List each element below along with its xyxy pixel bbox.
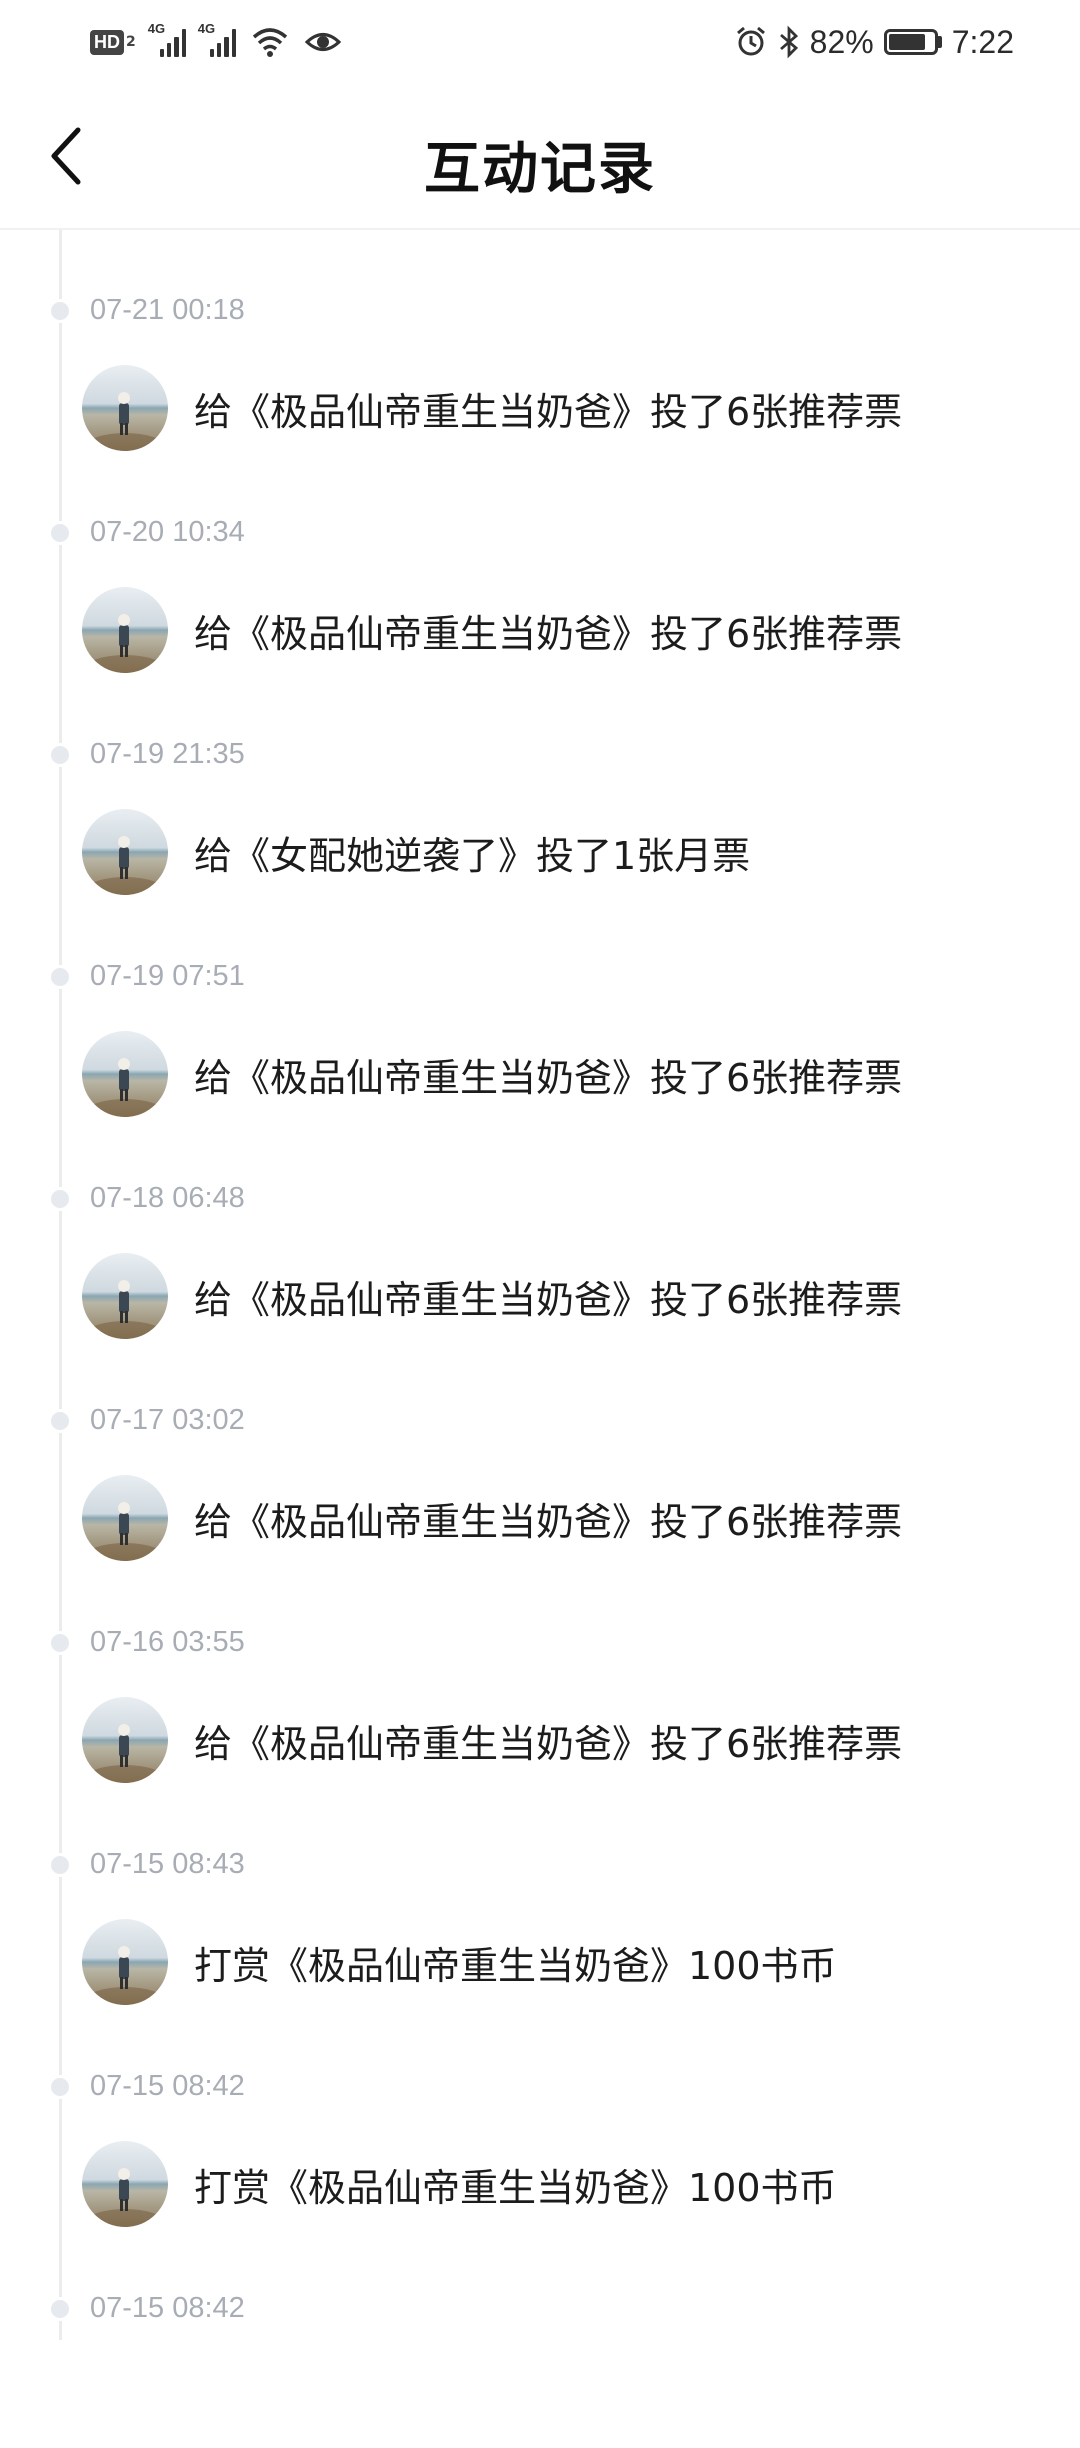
timeline-entry[interactable]: 07-19 21:35 给《女配她逆袭了》投了1张月票 bbox=[0, 674, 1080, 896]
entry-content: 给《极品仙帝重生当奶爸》投了6张推荐票 bbox=[82, 1474, 902, 1562]
timeline-dot bbox=[48, 1187, 72, 1211]
timeline-dot bbox=[48, 965, 72, 989]
avatar[interactable] bbox=[82, 1919, 168, 2005]
page-title: 互动记录 bbox=[424, 136, 656, 202]
timeline-dot bbox=[48, 1853, 72, 1877]
entry-content: 给《极品仙帝重生当奶爸》投了6张推荐票 bbox=[82, 1696, 902, 1784]
timeline-entry[interactable]: 07-17 03:02 给《极品仙帝重生当奶爸》投了6张推荐票 bbox=[0, 1340, 1080, 1562]
bluetooth-icon bbox=[779, 25, 798, 59]
timeline-dot bbox=[48, 2075, 72, 2099]
timeline-dot bbox=[48, 1409, 72, 1433]
timeline-dot bbox=[48, 299, 72, 323]
entry-content: 打赏《极品仙帝重生当奶爸》100书币 bbox=[82, 2140, 837, 2228]
entry-message: 给《极品仙帝重生当奶爸》投了6张推荐票 bbox=[194, 1277, 903, 1322]
wifi-icon bbox=[252, 28, 287, 57]
entry-timestamp: 07-18 06:48 bbox=[90, 1182, 245, 1214]
entry-timestamp: 07-15 08:42 bbox=[90, 2292, 245, 2324]
timeline-entry[interactable]: 07-16 03:55 给《极品仙帝重生当奶爸》投了6张推荐票 bbox=[0, 1562, 1080, 1784]
entry-timestamp: 07-16 03:55 bbox=[90, 1626, 245, 1658]
timeline-entry[interactable]: 07-20 10:34 给《极品仙帝重生当奶爸》投了6张推荐票 bbox=[0, 452, 1080, 674]
entry-content: 给《极品仙帝重生当奶爸》投了6张推荐票 bbox=[82, 1252, 902, 1340]
entry-timestamp: 07-15 08:42 bbox=[90, 2070, 245, 2102]
entry-timestamp: 07-19 21:35 bbox=[90, 738, 245, 770]
avatar[interactable] bbox=[82, 1475, 168, 1561]
timeline-dot bbox=[48, 2297, 72, 2321]
avatar[interactable] bbox=[82, 1697, 168, 1783]
hd-voice-icon: HD 2 bbox=[90, 29, 136, 55]
signal-2-icon: 4G bbox=[198, 21, 236, 57]
entry-content: 给《女配她逆袭了》投了1张月票 bbox=[82, 808, 750, 896]
entry-message: 给《极品仙帝重生当奶爸》投了6张推荐票 bbox=[194, 389, 903, 434]
eye-icon bbox=[304, 33, 341, 51]
entry-message: 打赏《极品仙帝重生当奶爸》100书币 bbox=[194, 2165, 837, 2210]
timeline-entry[interactable]: 07-19 07:51 给《极品仙帝重生当奶爸》投了6张推荐票 bbox=[0, 896, 1080, 1118]
clock: 7:22 bbox=[951, 23, 1014, 60]
entry-timestamp: 07-17 03:02 bbox=[90, 1404, 245, 1436]
interaction-timeline[interactable]: 07-21 00:18 给《极品仙帝重生当奶爸》投了6张推荐票 07-20 10:… bbox=[0, 230, 1080, 2340]
timeline-dot bbox=[48, 1631, 72, 1655]
avatar[interactable] bbox=[82, 1031, 168, 1117]
entry-message: 给《极品仙帝重生当奶爸》投了6张推荐票 bbox=[194, 611, 903, 656]
hd-badge-sub: 2 bbox=[126, 34, 136, 50]
avatar[interactable] bbox=[82, 365, 168, 451]
entry-message: 给《女配她逆袭了》投了1张月票 bbox=[194, 833, 751, 878]
entry-timestamp: 07-15 08:43 bbox=[90, 1848, 245, 1880]
nav-header: 互动记录 bbox=[0, 84, 1080, 230]
entry-message: 给《极品仙帝重生当奶爸》投了6张推荐票 bbox=[194, 1499, 903, 1544]
timeline-entry[interactable]: 07-21 00:18 给《极品仙帝重生当奶爸》投了6张推荐票 bbox=[0, 230, 1080, 452]
avatar[interactable] bbox=[82, 809, 168, 895]
entry-message: 给《极品仙帝重生当奶爸》投了6张推荐票 bbox=[194, 1055, 903, 1100]
battery-icon bbox=[883, 29, 942, 55]
entry-content: 给《极品仙帝重生当奶爸》投了6张推荐票 bbox=[82, 364, 902, 452]
timeline-entry[interactable]: 07-15 08:42 打赏《极品仙帝重生当奶爸》100书币 bbox=[0, 2006, 1080, 2228]
timeline-entry[interactable]: 07-15 08:43 打赏《极品仙帝重生当奶爸》100书币 bbox=[0, 1784, 1080, 2006]
status-bar: HD 2 4G 4G 82% 7:22 bbox=[0, 0, 1080, 84]
entry-message: 给《极品仙帝重生当奶爸》投了6张推荐票 bbox=[194, 1721, 903, 1766]
entry-content: 打赏《极品仙帝重生当奶爸》100书币 bbox=[82, 1918, 837, 2006]
battery-percent: 82% bbox=[809, 23, 874, 60]
timeline-dot bbox=[48, 521, 72, 545]
avatar[interactable] bbox=[82, 1253, 168, 1339]
hd-badge-label: HD bbox=[90, 29, 124, 55]
entry-timestamp: 07-20 10:34 bbox=[90, 516, 245, 548]
entry-timestamp: 07-19 07:51 bbox=[90, 960, 245, 992]
status-bar-left: HD 2 4G 4G bbox=[90, 21, 342, 62]
signal-1-icon: 4G bbox=[148, 21, 186, 57]
entry-timestamp: 07-21 00:18 bbox=[90, 294, 245, 326]
signal-2-tag: 4G bbox=[197, 21, 216, 36]
timeline-dot bbox=[48, 743, 72, 767]
avatar[interactable] bbox=[82, 2141, 168, 2227]
signal-1-tag: 4G bbox=[147, 21, 166, 36]
entry-content: 给《极品仙帝重生当奶爸》投了6张推荐票 bbox=[82, 586, 902, 674]
timeline-entry[interactable]: 07-18 06:48 给《极品仙帝重生当奶爸》投了6张推荐票 bbox=[0, 1118, 1080, 1340]
avatar[interactable] bbox=[82, 587, 168, 673]
entry-content: 给《极品仙帝重生当奶爸》投了6张推荐票 bbox=[82, 1030, 902, 1118]
entry-message: 打赏《极品仙帝重生当奶爸》100书币 bbox=[194, 1943, 837, 1988]
status-bar-right: 82% 7:22 bbox=[734, 22, 1014, 62]
timeline-entry[interactable]: 07-15 08:42 bbox=[0, 2228, 1080, 2448]
alarm-icon bbox=[736, 26, 765, 56]
